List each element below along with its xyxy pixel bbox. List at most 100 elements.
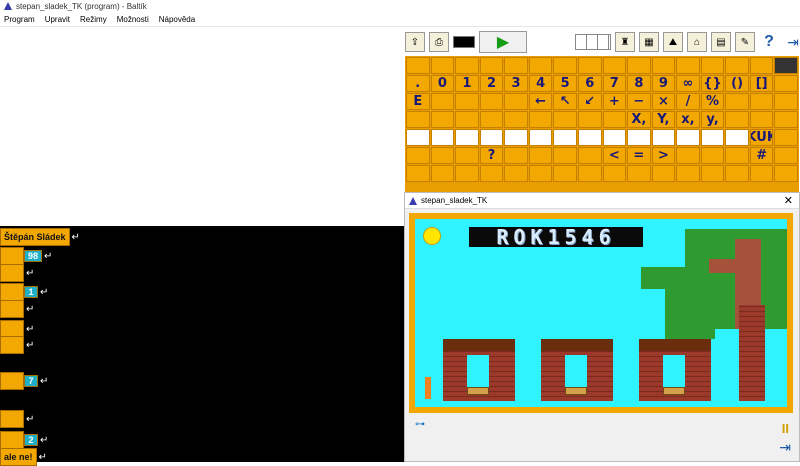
calendar-icon[interactable]: ▤: [711, 32, 731, 52]
program-line[interactable]: ↵: [0, 300, 34, 318]
palette-command[interactable]: [553, 165, 577, 182]
exit-button[interactable]: ⇥: [783, 32, 800, 52]
palette-command[interactable]: −: [627, 93, 651, 110]
palette-command[interactable]: #: [749, 147, 774, 164]
palette-command[interactable]: [479, 111, 504, 128]
palette-command[interactable]: [602, 129, 627, 146]
palette-command[interactable]: [528, 129, 553, 146]
palette-command[interactable]: ↖: [553, 93, 577, 110]
palette-command[interactable]: [504, 165, 528, 182]
palette-command[interactable]: [430, 57, 455, 74]
palette-command[interactable]: X,: [627, 111, 651, 128]
palette-command[interactable]: 5: [553, 75, 577, 92]
exit-icon[interactable]: ⇥: [779, 439, 791, 456]
palette-command[interactable]: [774, 165, 798, 182]
print-icon[interactable]: ⎙: [429, 32, 449, 52]
palette-command[interactable]: ↙: [577, 93, 602, 110]
program-editor[interactable]: Štěpán Sládek ↵ 98 ↵ ↵ 1 ↵ ↵ ↵ ↵ 7 ↵ ↵ 2 ↵ ale ne! ↵: [0, 226, 405, 466]
palette-command[interactable]: x,: [676, 111, 700, 128]
command-block[interactable]: [0, 431, 24, 449]
palette-command[interactable]: [504, 147, 528, 164]
palette-command[interactable]: [406, 111, 430, 128]
palette-command[interactable]: 8: [627, 75, 651, 92]
palette-command[interactable]: /: [676, 93, 700, 110]
command-block[interactable]: [0, 336, 24, 354]
palette-command[interactable]: [577, 111, 602, 128]
palette-command[interactable]: 9: [651, 75, 676, 92]
grid-view-icon[interactable]: [575, 34, 611, 50]
palette-command[interactable]: 4: [528, 75, 553, 92]
command-block[interactable]: [0, 300, 24, 318]
palette-command[interactable]: 1: [455, 75, 479, 92]
palette-command[interactable]: Y,: [651, 111, 676, 128]
palette-command[interactable]: [725, 93, 749, 110]
palette-command[interactable]: [455, 57, 479, 74]
palette-command[interactable]: [504, 129, 528, 146]
palette-command[interactable]: [725, 165, 749, 182]
scene-icon[interactable]: ▦: [639, 32, 659, 52]
help-button[interactable]: ?: [759, 32, 779, 52]
program-line[interactable]: 2 ↵: [0, 431, 48, 449]
palette-command[interactable]: [676, 165, 700, 182]
palette-command[interactable]: [700, 57, 725, 74]
palette-command[interactable]: [749, 93, 774, 110]
palette-command[interactable]: 7: [602, 75, 627, 92]
program-line[interactable]: ↵: [0, 264, 34, 282]
palette-command[interactable]: [406, 147, 430, 164]
palette-command[interactable]: [602, 111, 627, 128]
palette-command[interactable]: [749, 165, 774, 182]
palette-command[interactable]: [430, 93, 455, 110]
palette-command[interactable]: [774, 57, 798, 74]
palette-command[interactable]: [627, 57, 651, 74]
palette-command[interactable]: [602, 165, 627, 182]
palette-command[interactable]: [455, 111, 479, 128]
command-block[interactable]: Štěpán Sládek: [0, 228, 70, 246]
palette-command[interactable]: [651, 165, 676, 182]
palette-command[interactable]: [455, 93, 479, 110]
menu-rezimy[interactable]: Režimy: [80, 15, 107, 24]
palette-command[interactable]: [528, 57, 553, 74]
menu-moznosti[interactable]: Možnosti: [117, 15, 149, 24]
palette-command[interactable]: 2: [479, 75, 504, 92]
command-block[interactable]: [0, 372, 24, 390]
program-line[interactable]: 98 ↵: [0, 247, 52, 265]
palette-command[interactable]: [455, 147, 479, 164]
palette-command[interactable]: [553, 57, 577, 74]
palette-command[interactable]: [725, 147, 749, 164]
palette-command[interactable]: [577, 147, 602, 164]
house-icon[interactable]: ⌂: [687, 32, 707, 52]
program-line[interactable]: 1 ↵: [0, 283, 48, 301]
palette-command[interactable]: [430, 147, 455, 164]
palette-command[interactable]: [725, 111, 749, 128]
palette-command[interactable]: [774, 93, 798, 110]
palette-command[interactable]: [676, 147, 700, 164]
close-button[interactable]: ✕: [784, 194, 793, 207]
program-line[interactable]: 7 ↵: [0, 372, 48, 390]
palette-command[interactable]: [577, 165, 602, 182]
palette-command[interactable]: E: [406, 93, 430, 110]
palette-command[interactable]: []: [749, 75, 774, 92]
menu-program[interactable]: Program: [4, 15, 35, 24]
palette-command[interactable]: +: [602, 93, 627, 110]
palette-command[interactable]: 0: [430, 75, 455, 92]
command-block[interactable]: [0, 410, 24, 428]
palette-command[interactable]: [774, 147, 798, 164]
parameter-block[interactable]: 98: [24, 250, 43, 262]
palette-command[interactable]: (): [725, 75, 749, 92]
wizard-icon[interactable]: ♜: [615, 32, 635, 52]
palette-command[interactable]: [553, 111, 577, 128]
palette-command[interactable]: [430, 165, 455, 182]
palette-command[interactable]: ?: [479, 147, 504, 164]
palette-command[interactable]: [479, 165, 504, 182]
palette-command[interactable]: ∞: [676, 75, 700, 92]
palette-command[interactable]: =: [627, 147, 651, 164]
palette-command[interactable]: [479, 129, 504, 146]
landscape-icon[interactable]: ⛰: [663, 32, 683, 52]
command-block[interactable]: [0, 247, 24, 265]
palette-command[interactable]: [528, 165, 553, 182]
palette-command[interactable]: [504, 93, 528, 110]
palette-command[interactable]: [651, 57, 676, 74]
command-block[interactable]: ale ne!: [0, 448, 37, 466]
program-line[interactable]: Štěpán Sládek ↵: [0, 228, 80, 246]
palette-command[interactable]: [577, 57, 602, 74]
